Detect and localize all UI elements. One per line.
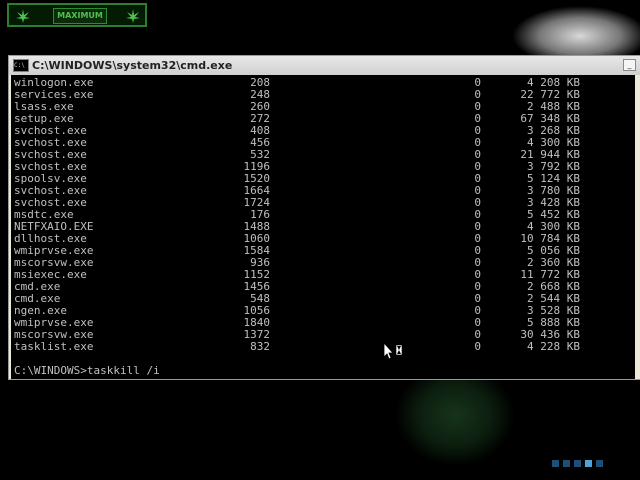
console-window[interactable]: C:\ C:\WINDOWS\system32\cmd.exe _ winlog… [8, 55, 640, 380]
process-row: tasklist.exe 832 0 4 228 KB [14, 341, 624, 353]
minimize-button[interactable]: _ [623, 59, 636, 71]
taskbar-dot [596, 460, 603, 467]
window-titlebar[interactable]: C:\ C:\WINDOWS\system32\cmd.exe _ [9, 56, 640, 75]
memory-usage: 4 228 KB [527, 340, 580, 353]
taskbar-dot [585, 460, 592, 467]
desktop-logo: MAXIMUM [7, 3, 147, 27]
process-name: tasklist.exe [14, 340, 94, 353]
process-pid: 832 [250, 340, 270, 353]
taskbar-indicators [552, 460, 603, 467]
cmd-icon: C:\ [13, 59, 29, 72]
busy-cursor-icon [383, 342, 403, 360]
console-output[interactable]: winlogon.exe 208 0 4 208 KB services.exe 248 0… [11, 75, 635, 379]
taskbar-dot [563, 460, 570, 467]
taskbar-dot [574, 460, 581, 467]
session-number: 0 [474, 340, 481, 353]
taskbar-dot [552, 460, 559, 467]
logo-text: MAXIMUM [53, 8, 107, 24]
window-title: C:\WINDOWS\system32\cmd.exe [32, 59, 233, 72]
leaf-icon [16, 9, 30, 23]
command-prompt[interactable]: C:\WINDOWS>taskkill /i [14, 365, 160, 377]
leaf-icon [126, 9, 140, 23]
